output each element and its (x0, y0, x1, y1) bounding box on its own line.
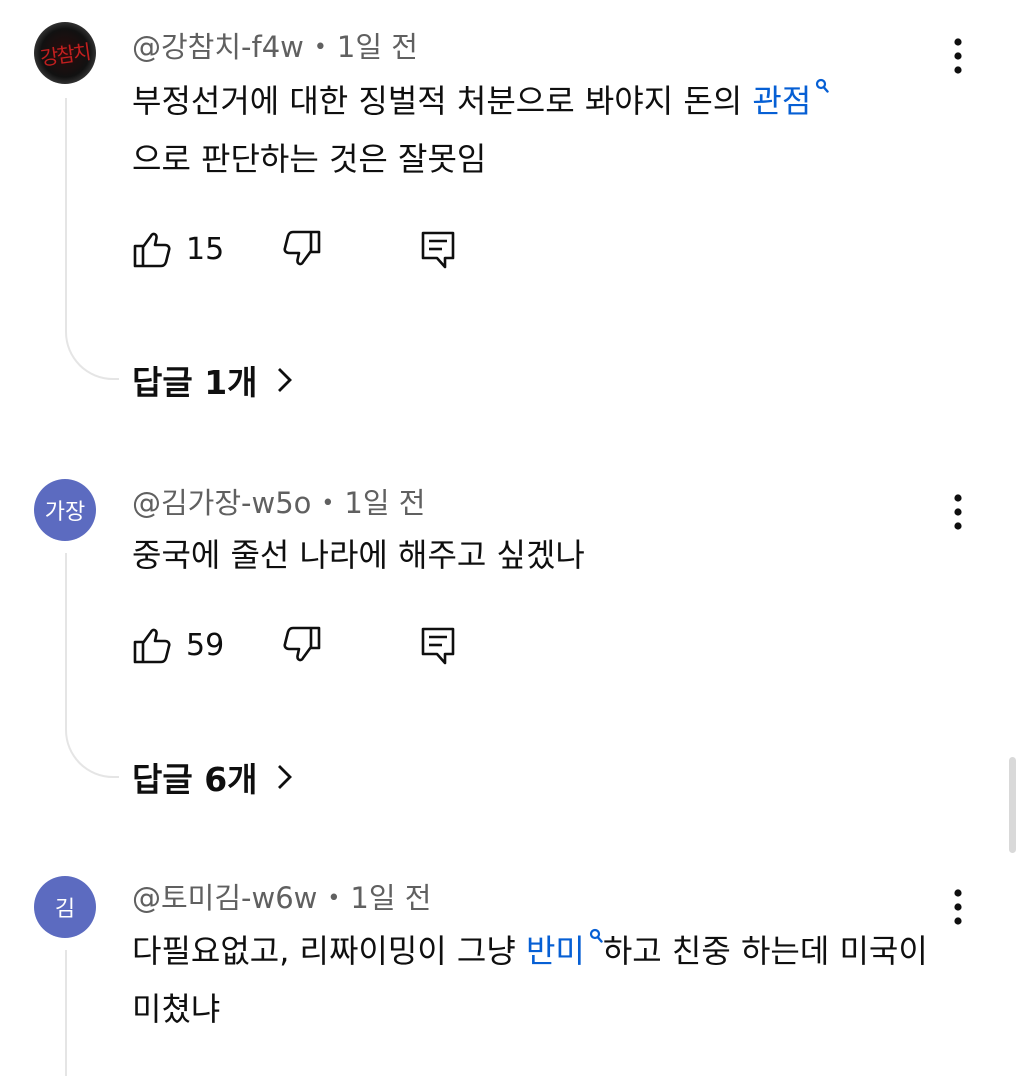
comment-meta: @김가장-w5o • 1일 전 (132, 480, 425, 522)
search-link-label: 관점 (752, 82, 812, 120)
author-handle[interactable]: @김가장-w5o (132, 486, 311, 520)
search-link-label: 반미 (525, 932, 585, 970)
more-vertical-icon[interactable] (948, 38, 968, 74)
separator-dot: • (327, 886, 341, 911)
avatar-glyph: 강참치 (39, 39, 92, 70)
replies-label: 답글 1개 (132, 363, 258, 402)
replies-toggle[interactable]: 답글 1개 (132, 356, 296, 404)
comment-actions: 15 (132, 227, 458, 271)
replies-toggle[interactable]: 답글 6개 (132, 753, 296, 801)
reply-comment-icon[interactable] (418, 625, 458, 665)
author-handle[interactable]: @강참치-f4w (132, 30, 304, 64)
scrollbar-thumb[interactable] (1009, 757, 1016, 853)
comment-text: 다필요없고, 리짜이밍이 그냥 반미 하고 친중 하는데 미국이 미쳤냐 (132, 922, 932, 1038)
comment-text: 부정선거에 대한 징벌적 처분으로 봐야지 돈의 관점으로 판단하는 것은 잘못… (132, 72, 932, 188)
avatar-initials: 김 (54, 897, 76, 922)
chevron-right-icon (277, 765, 292, 789)
avatar[interactable]: 가장 (34, 479, 96, 541)
more-vertical-icon[interactable] (948, 494, 968, 530)
thread-curve (65, 330, 119, 380)
comment-actions: 59 (132, 623, 458, 667)
more-vertical-icon[interactable] (948, 889, 968, 925)
thumbs-up-icon[interactable] (132, 625, 172, 665)
thread-line (65, 950, 67, 1076)
avatar[interactable]: 김 (34, 876, 96, 938)
comment-meta: @토미김-w6w • 1일 전 (132, 875, 431, 917)
comment-text-part: 으로 판단하는 것은 잘못임 (132, 140, 487, 178)
like-count: 15 (186, 231, 225, 267)
thread-curve (65, 728, 119, 778)
search-link[interactable]: 반미 (525, 928, 603, 970)
like-count: 59 (186, 627, 225, 663)
timestamp: 1일 전 (350, 881, 432, 915)
replies-label: 답글 6개 (132, 760, 258, 799)
search-link[interactable]: 관점 (752, 78, 829, 120)
separator-dot: • (313, 35, 327, 60)
comment-text-part: 부정선거에 대한 징벌적 처분으로 봐야지 돈의 (132, 82, 753, 120)
search-icon (816, 78, 829, 93)
author-handle[interactable]: @토미김-w6w (132, 881, 317, 915)
avatar[interactable]: 강참치 (34, 22, 96, 84)
reply-comment-icon[interactable] (418, 229, 458, 269)
comment-meta: @강참치-f4w • 1일 전 (132, 24, 418, 66)
search-icon (589, 928, 603, 943)
thumbs-down-icon[interactable] (282, 229, 322, 269)
comment-text: 중국에 줄선 나라에 해주고 싶겠나 (132, 536, 585, 574)
comment-text-part: 다필요없고, 리짜이밍이 그냥 (132, 932, 526, 970)
separator-dot: • (321, 491, 335, 516)
avatar-initials: 가장 (44, 500, 86, 525)
thread-line (65, 98, 67, 330)
thread-line (65, 553, 67, 728)
thumbs-down-icon[interactable] (282, 625, 322, 665)
thumbs-up-icon[interactable] (132, 229, 172, 269)
chevron-right-icon (277, 368, 292, 392)
comments-page: 강참치 @강참치-f4w • 1일 전 부정선거에 대한 징벌적 처분으로 봐야지 … (0, 0, 1024, 1076)
timestamp: 1일 전 (336, 30, 418, 64)
timestamp: 1일 전 (344, 486, 426, 520)
